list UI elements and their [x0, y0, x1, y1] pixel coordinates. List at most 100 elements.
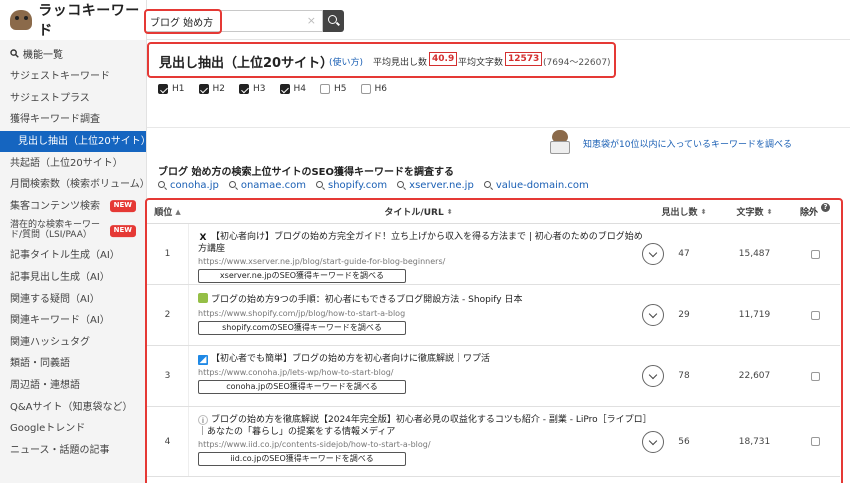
avg-headings-value: 40.9 — [429, 52, 458, 66]
seo-keywords-button[interactable]: iid.co.jpのSEO獲得キーワードを調べる — [198, 452, 406, 467]
exclude-checkbox[interactable] — [810, 371, 820, 381]
search-icon — [397, 181, 406, 190]
domain-link[interactable]: value-domain.com — [483, 180, 589, 191]
chevron-down-icon[interactable] — [642, 304, 664, 326]
sidebar-item-heading-extraction[interactable]: 見出し抽出（上位20サイト） — [0, 130, 151, 153]
shopify-favicon-icon — [198, 293, 208, 303]
seo-keywords-button[interactable]: shopify.comのSEO獲得キーワードを調べる — [198, 320, 406, 335]
exclude-checkbox[interactable] — [810, 310, 820, 320]
filter-h4[interactable]: H4 — [279, 84, 306, 94]
title-cell: X 【初心者向け】ブログの始め方完全ガイド！立ち上げから収入を得る方法まで | 初… — [188, 224, 664, 284]
checkbox-h4[interactable] — [279, 84, 290, 94]
divider — [147, 127, 850, 128]
col-exclude[interactable]: 除外? — [790, 203, 840, 218]
competitor-domains: conoha.jp onamae.com shopify.com xserver… — [158, 180, 589, 191]
chevron-down-icon[interactable] — [642, 365, 664, 387]
exclude-checkbox[interactable] — [810, 249, 820, 259]
usage-link[interactable]: (使い方) — [329, 55, 363, 68]
col-chars[interactable]: 文字数 ⬍ — [719, 205, 790, 219]
col-headings[interactable]: 見出し数 ⬍ — [649, 205, 719, 219]
checkbox-h6[interactable] — [360, 84, 371, 94]
page-title: 見出し抽出（上位20サイト） — [159, 56, 334, 71]
search-icon — [316, 181, 325, 190]
conoha-favicon-icon: ◢ — [198, 355, 208, 365]
info-icon: i — [198, 415, 208, 425]
search-button[interactable] — [323, 10, 344, 32]
sort-icon: ⬍ — [700, 207, 707, 216]
search-icon — [158, 181, 167, 190]
chevron-down-icon[interactable] — [642, 430, 664, 453]
sidebar-item-ai-questions[interactable]: 関連する疑問（AI） — [0, 288, 146, 310]
exclude-cell — [790, 224, 840, 284]
table-row: 1 X 【初心者向け】ブログの始め方完全ガイド！立ち上げから収入を得る方法まで |… — [147, 224, 840, 285]
sidebar-item-latent-keywords[interactable]: 潜在的な検索キーワード/質問（LSI/PAA） NEW — [0, 217, 146, 245]
checkbox-h2[interactable] — [198, 84, 209, 94]
col-rank[interactable]: 順位 ▲ — [147, 205, 188, 219]
rank-cell: 2 — [164, 310, 171, 320]
otter-logo-icon — [10, 10, 33, 30]
filter-h5[interactable]: H5 — [320, 84, 347, 94]
chars-cell: 11,719 — [738, 310, 771, 320]
rank-cell: 4 — [164, 436, 171, 447]
sidebar-item-hashtags[interactable]: 関連ハッシュタグ — [0, 332, 146, 354]
sidebar-item-suggest[interactable]: サジェストキーワード — [0, 66, 146, 88]
sidebar-item-acquired-keywords[interactable]: 獲得キーワード調査 — [0, 109, 146, 131]
sidebar-item-qa-sites[interactable]: Q&Aサイト（知恵袋など） — [0, 396, 146, 418]
domain-link[interactable]: conoha.jp — [158, 180, 219, 191]
sidebar-item-associations[interactable]: 周辺語・連想語 — [0, 375, 146, 397]
domain-link[interactable]: xserver.ne.jp — [397, 180, 474, 191]
filter-h2[interactable]: H2 — [198, 84, 225, 94]
chars-cell: 22,607 — [738, 371, 771, 381]
help-icon[interactable]: ? — [821, 203, 830, 212]
checkbox-h3[interactable] — [239, 84, 249, 94]
result-url[interactable]: https://www.shopify.com/jp/blog/how-to-s… — [198, 309, 649, 318]
filter-h3[interactable]: H3 — [239, 84, 266, 94]
filter-h1[interactable]: H1 — [158, 84, 185, 94]
result-title[interactable]: ブログの始め方9つの手順：初心者にもできるブログ開設方法 - Shopify 日… — [198, 293, 648, 307]
sidebar-item-ai-title[interactable]: 記事タイトル生成（AI） — [0, 245, 146, 267]
domain-link[interactable]: onamae.com — [228, 180, 306, 191]
sidebar-item-google-trends[interactable]: Googleトレンド — [0, 418, 146, 440]
seo-keywords-button[interactable]: conoha.jpのSEO獲得キーワードを調べる — [198, 379, 406, 394]
feature-list-heading: 機能一覧 — [0, 40, 146, 66]
table-row: 4 i ブログの始め方を徹底解説【2024年完全版】初心者必見の収益化するコツも紹… — [147, 407, 840, 477]
sidebar-item-news[interactable]: ニュース・話題の記事 — [0, 440, 146, 462]
table-row: 3 ◢ 【初心者でも簡単】ブログの始め方を初心者向けに徹底解説｜ワプ活 https… — [147, 346, 840, 407]
results-table: 順位 ▲ タイトル/URL ⬍ 見出し数 ⬍ 文字数 ⬍ 除外? 1 X 【初心者向け】ブ… — [147, 199, 840, 477]
app-logo[interactable]: ラッコキーワード — [0, 0, 146, 40]
result-title[interactable]: i ブログの始め方を徹底解説【2024年完全版】初心者必見の収益化するコツも紹介 … — [198, 415, 648, 438]
result-title[interactable]: ◢ 【初心者でも簡単】ブログの始め方を初心者向けに徹底解説｜ワプ活 — [198, 354, 648, 366]
checkbox-h5[interactable] — [320, 84, 330, 94]
table-row: 2 ブログの始め方9つの手順：初心者にもできるブログ開設方法 - Shopify… — [147, 285, 840, 346]
chevron-down-icon[interactable] — [642, 243, 664, 265]
checkbox-h1[interactable] — [158, 84, 168, 94]
result-url[interactable]: https://www.iid.co.jp/contents-sidejob/h… — [198, 440, 649, 449]
sidebar-item-ai-headings[interactable]: 記事見出し生成（AI） — [0, 267, 146, 289]
sidebar-item-content-search[interactable]: 集客コンテンツ検索 NEW — [0, 196, 146, 218]
filter-h6[interactable]: H6 — [360, 84, 387, 94]
sidebar-item-suggest-plus[interactable]: サジェストプラス — [0, 88, 146, 110]
sidebar-item-ai-keywords[interactable]: 関連キーワード（AI） — [0, 310, 146, 332]
result-title[interactable]: X 【初心者向け】ブログの始め方完全ガイド！立ち上げから収入を得る方法まで | 初… — [198, 232, 648, 255]
chars-cell: 15,487 — [738, 249, 771, 259]
otter-mascot-icon — [549, 130, 571, 154]
exclude-cell — [790, 285, 840, 345]
chars-cell: 18,731 — [738, 436, 771, 447]
exclude-checkbox[interactable] — [810, 437, 820, 446]
xserver-favicon-icon: X — [199, 233, 207, 243]
sidebar-item-synonyms[interactable]: 類語・同義語 — [0, 353, 146, 375]
col-title-url[interactable]: タイトル/URL ⬍ — [188, 205, 649, 219]
char-range: (7694〜22607) — [543, 58, 611, 68]
sort-icon: ⬍ — [766, 207, 773, 216]
clear-icon[interactable]: × — [307, 14, 316, 27]
sidebar-item-cooccurrence[interactable]: 共起語（上位20サイト） — [0, 152, 146, 174]
sidebar-item-search-volume[interactable]: 月間検索数（検索ボリューム） — [0, 174, 150, 196]
app-name: ラッコキーワード — [38, 3, 140, 39]
result-url[interactable]: https://www.conoha.jp/lets-wp/how-to-sta… — [198, 368, 649, 377]
top-bar: × — [145, 0, 850, 40]
search-input[interactable] — [150, 13, 300, 29]
domain-link[interactable]: shopify.com — [316, 180, 387, 191]
seo-keywords-button[interactable]: xserver.ne.jpのSEO獲得キーワードを調べる — [198, 269, 406, 284]
result-url[interactable]: https://www.xserver.ne.jp/blog/start-gui… — [198, 257, 649, 266]
chiebukuro-promo-link[interactable]: 知恵袋が10位以内に入っているキーワードを調べる — [583, 137, 792, 150]
